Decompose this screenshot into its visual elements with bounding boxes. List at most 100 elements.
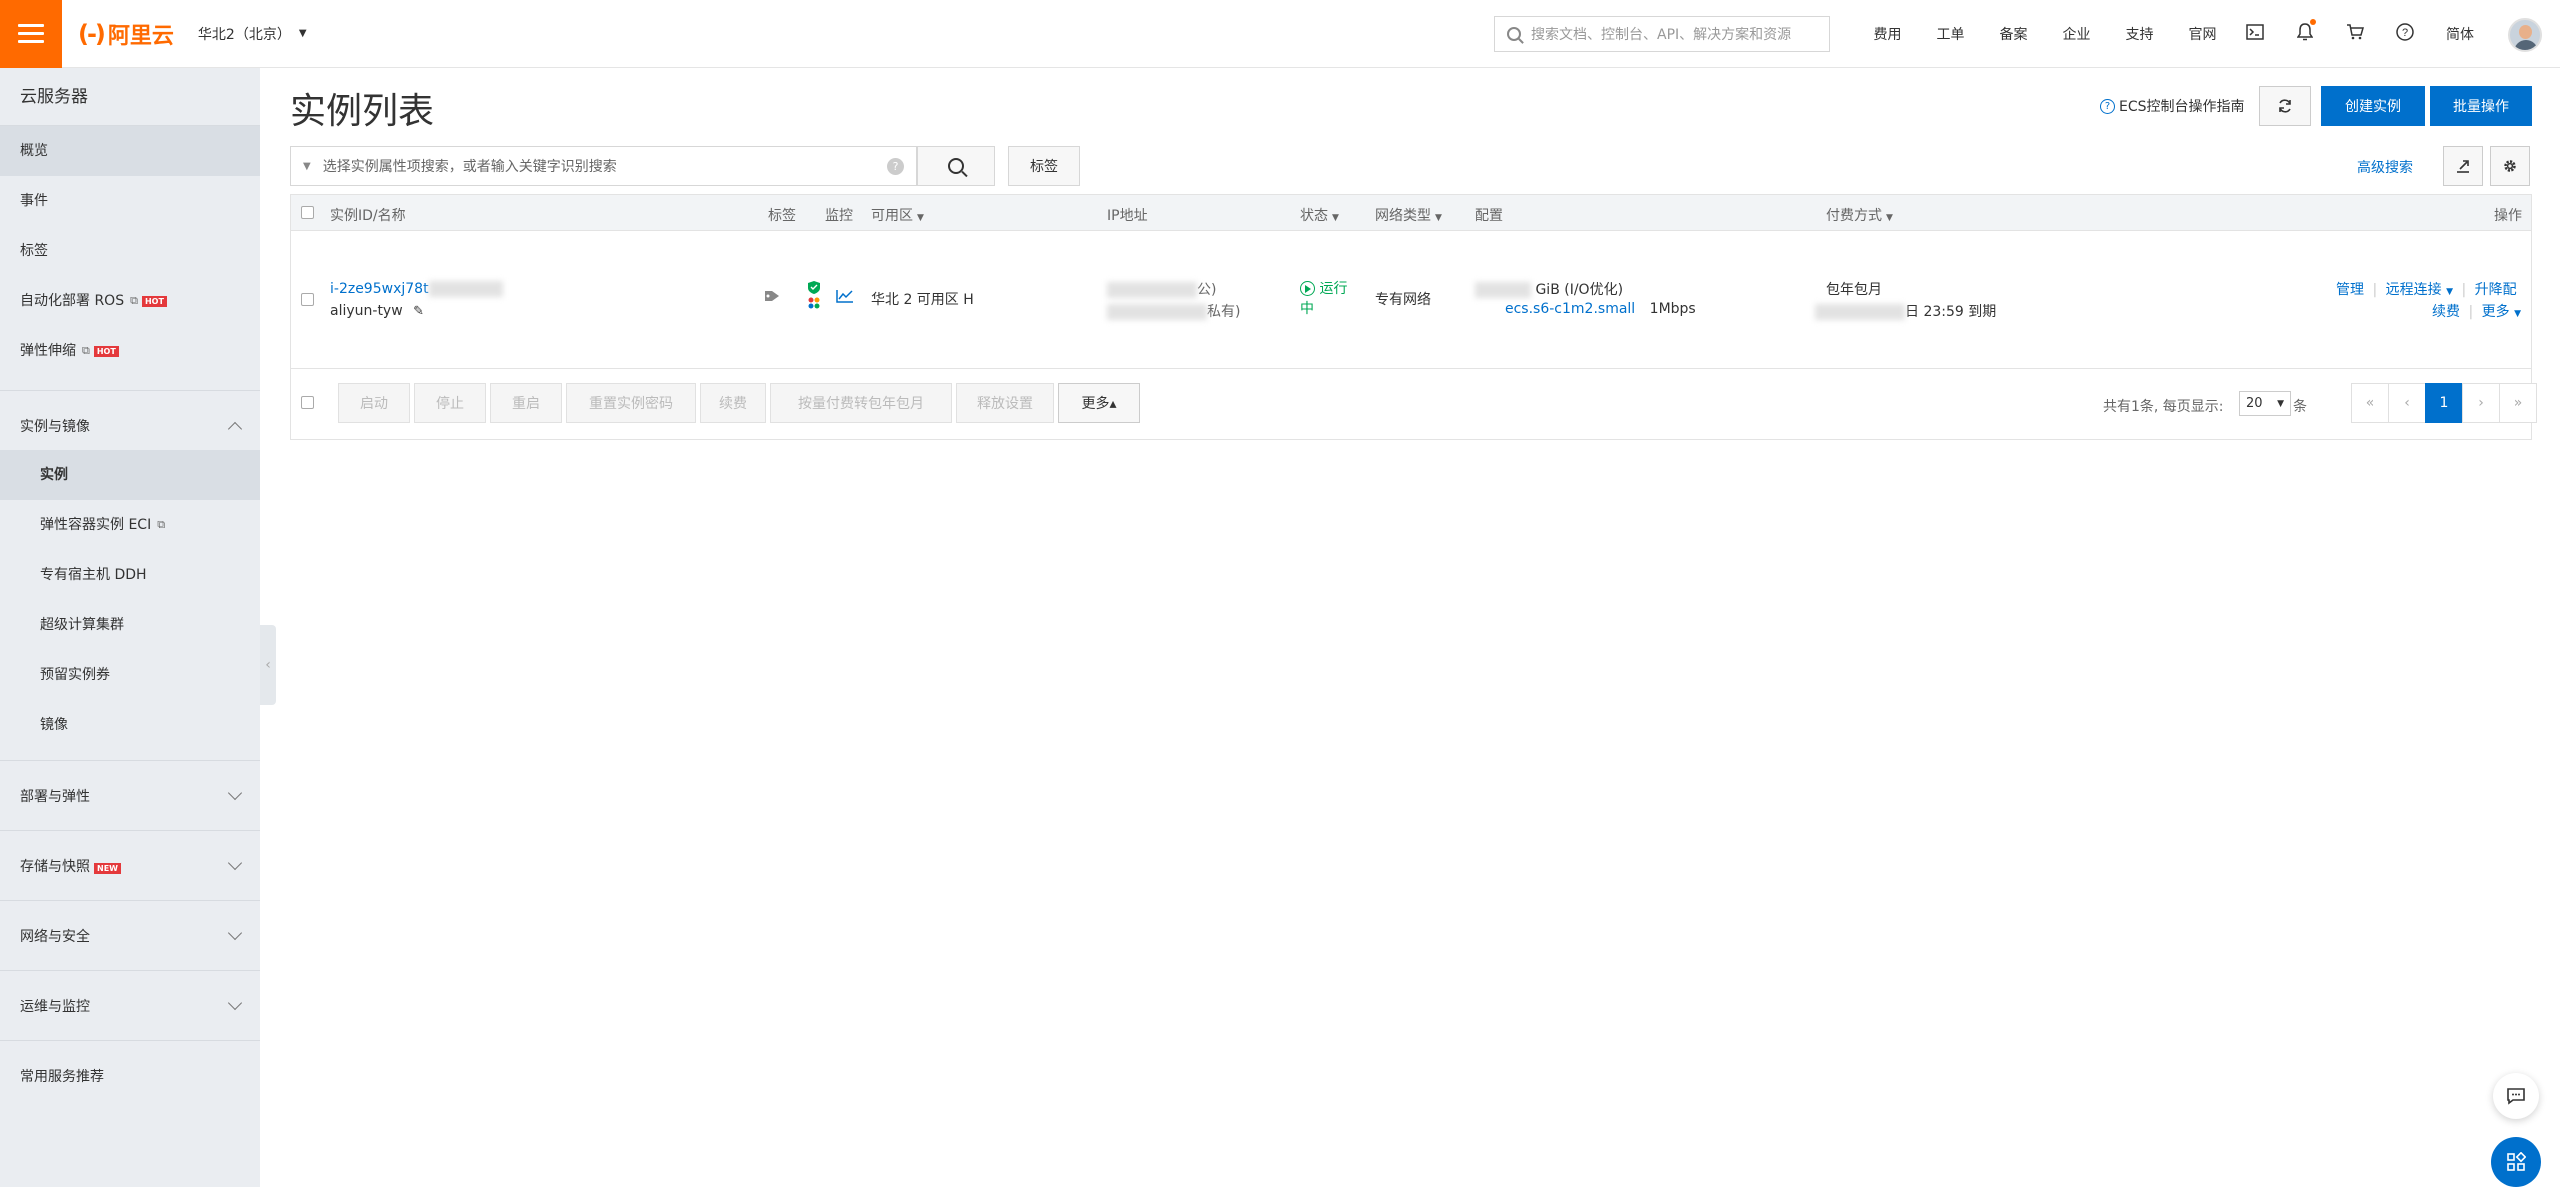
more-actions-label: 更多 xyxy=(2481,304,2510,320)
instance-id[interactable]: i-2ze95wxj78t xyxy=(330,281,503,297)
stop-button[interactable]: 停止 xyxy=(414,383,486,423)
redacted-text xyxy=(1107,304,1207,320)
config-spec: GiB (I/O优化) xyxy=(1535,282,1624,298)
aliyun-logo[interactable]: (-) 阿里云 xyxy=(78,18,174,50)
chevron-up-icon xyxy=(227,421,243,436)
convert-billing-button[interactable]: 按量付费转包年包月 xyxy=(770,383,952,423)
sidebar-group-recommend[interactable]: 常用服务推荐 xyxy=(0,1040,260,1110)
sidebar-item-instances[interactable]: 实例 xyxy=(0,450,260,500)
help-icon[interactable]: ? xyxy=(887,157,904,175)
renew-button[interactable]: 续费 xyxy=(700,383,766,423)
instance-type-link[interactable]: ecs.s6-c1m2.small xyxy=(1505,301,1635,317)
sidebar-item-autoscaling[interactable]: 弹性伸缩 ⧉ HOT xyxy=(0,326,260,376)
redacted-text xyxy=(1815,304,1905,320)
col-billing[interactable]: 付费方式 ▼ xyxy=(1826,205,1893,225)
sidebar-group-deployment[interactable]: 部署与弹性 xyxy=(0,760,260,830)
language-switch[interactable]: 简体 xyxy=(2446,24,2474,44)
last-page-button[interactable]: » xyxy=(2499,383,2537,423)
cart-icon[interactable] xyxy=(2330,23,2380,45)
security-shield-icon[interactable] xyxy=(806,280,822,314)
terminal-icon[interactable] xyxy=(2230,23,2280,45)
svg-text:?: ? xyxy=(2402,27,2408,39)
top-bar: (-) 阿里云 华北2（北京） ▼ 搜索文档、控制台、API、解决方案和资源 费… xyxy=(0,0,2560,68)
instance-id-link[interactable]: i-2ze95wxj78t xyxy=(330,281,429,297)
settings-button[interactable] xyxy=(2490,146,2530,186)
page-title: 实例列表 xyxy=(290,91,435,132)
refresh-button[interactable] xyxy=(2259,86,2311,126)
first-page-button[interactable]: « xyxy=(2351,383,2389,423)
advanced-search-link[interactable]: 高级搜索 xyxy=(2357,157,2413,177)
menu-icon[interactable] xyxy=(0,0,62,68)
sidebar-group-network[interactable]: 网络与安全 xyxy=(0,900,260,970)
sidebar-item-eci[interactable]: 弹性容器实例 ECI ⧉ xyxy=(0,500,260,550)
bell-icon[interactable] xyxy=(2280,18,2330,46)
col-zone[interactable]: 可用区 ▼ xyxy=(871,205,924,225)
sidebar-group-label: 部署与弹性 xyxy=(20,788,90,805)
network-type: 专有网络 xyxy=(1375,292,1431,308)
global-search-input[interactable]: 搜索文档、控制台、API、解决方案和资源 xyxy=(1494,16,1830,52)
sidebar: 云服务器 概览 事件 标签 自动化部署 ROS ⧉ HOT 弹性伸缩 ⧉ HOT… xyxy=(0,68,260,1187)
sidebar-group-ops[interactable]: 运维与监控 xyxy=(0,970,260,1040)
row-checkbox[interactable] xyxy=(301,293,314,306)
avatar[interactable] xyxy=(2508,18,2542,52)
chat-icon[interactable] xyxy=(2493,1073,2539,1119)
nav-icp[interactable]: 备案 xyxy=(1982,24,2045,44)
release-settings-button[interactable]: 释放设置 xyxy=(956,383,1054,423)
nav-support[interactable]: 支持 xyxy=(2108,24,2171,44)
edit-icon[interactable]: ✎ xyxy=(413,304,424,319)
sidebar-item-reserved[interactable]: 预留实例券 xyxy=(0,650,260,700)
col-status[interactable]: 状态 ▼ xyxy=(1300,205,1339,225)
page-size-select[interactable]: 20 ▼ xyxy=(2239,391,2291,416)
nav-official-site[interactable]: 官网 xyxy=(2171,24,2234,44)
instance-filter-input[interactable]: ▼ 选择实例属性项搜索，或者输入关键字识别搜索 ? xyxy=(290,146,917,186)
next-page-button[interactable]: › xyxy=(2462,383,2500,423)
help-icon[interactable]: ? xyxy=(2380,22,2430,46)
page-1-button[interactable]: 1 xyxy=(2425,383,2463,423)
renew-link[interactable]: 续费 xyxy=(2432,304,2460,320)
reset-password-button[interactable]: 重置实例密码 xyxy=(566,383,696,423)
sidebar-item-overview[interactable]: 概览 xyxy=(0,126,260,176)
sidebar-item-ddh[interactable]: 专有宿主机 DDH xyxy=(0,550,260,600)
apps-icon[interactable] xyxy=(2491,1137,2541,1187)
row-actions-line2: 续费 | 更多 ▼ xyxy=(2432,301,2521,321)
search-icon xyxy=(1507,27,1521,41)
manage-link[interactable]: 管理 xyxy=(2336,282,2364,298)
tag-icon[interactable] xyxy=(764,289,781,307)
upgrade-link[interactable]: 升降配 xyxy=(2475,282,2517,298)
sidebar-group-storage[interactable]: 存储与快照 NEW xyxy=(0,830,260,900)
footer-more-button[interactable]: 更多▴ xyxy=(1058,383,1140,423)
divider: | xyxy=(2468,304,2474,320)
search-button[interactable] xyxy=(917,146,995,186)
start-button[interactable]: 启动 xyxy=(338,383,410,423)
batch-operation-button[interactable]: 批量操作 xyxy=(2430,86,2532,126)
caret-down-icon: ▼ xyxy=(2277,398,2284,409)
nav-billing[interactable]: 费用 xyxy=(1856,24,1919,44)
region-selector[interactable]: 华北2（北京） ▼ xyxy=(198,24,307,44)
footer-select-all-checkbox[interactable] xyxy=(301,396,314,409)
sidebar-item-scc[interactable]: 超级计算集群 xyxy=(0,600,260,650)
ip-private: 私有) xyxy=(1107,301,1240,321)
export-button[interactable] xyxy=(2443,146,2483,186)
remote-connect-link[interactable]: 远程连接 ▼ xyxy=(2386,282,2453,298)
instance-name-label: aliyun-tyw xyxy=(330,303,403,319)
tag-filter-button[interactable]: 标签 xyxy=(1008,146,1080,186)
sidebar-item-images[interactable]: 镜像 xyxy=(0,700,260,750)
sidebar-item-tags[interactable]: 标签 xyxy=(0,226,260,276)
chart-icon[interactable] xyxy=(836,289,854,307)
restart-button[interactable]: 重启 xyxy=(490,383,562,423)
chevron-down-icon xyxy=(227,855,243,870)
more-actions-link[interactable]: 更多 ▼ xyxy=(2482,304,2521,320)
sidebar-item-label: 标签 xyxy=(20,243,48,259)
external-link-icon: ⧉ xyxy=(157,518,166,531)
nav-ticket[interactable]: 工单 xyxy=(1919,24,1982,44)
prev-page-button[interactable]: ‹ xyxy=(2388,383,2426,423)
nav-enterprise[interactable]: 企业 xyxy=(2045,24,2108,44)
col-network[interactable]: 网络类型 ▼ xyxy=(1375,205,1442,225)
sidebar-item-events[interactable]: 事件 xyxy=(0,176,260,226)
sidebar-item-ros[interactable]: 自动化部署 ROS ⧉ HOT xyxy=(0,276,260,326)
console-guide-link[interactable]: ? ECS控制台操作指南 xyxy=(2100,96,2245,116)
create-instance-button[interactable]: 创建实例 xyxy=(2321,86,2425,126)
table-footer: 启动 停止 重启 重置实例密码 续费 按量付费转包年包月 释放设置 更多▴ 共有… xyxy=(291,369,2537,439)
billing-type: 包年包月 xyxy=(1826,282,1882,298)
select-all-checkbox[interactable] xyxy=(301,206,314,219)
